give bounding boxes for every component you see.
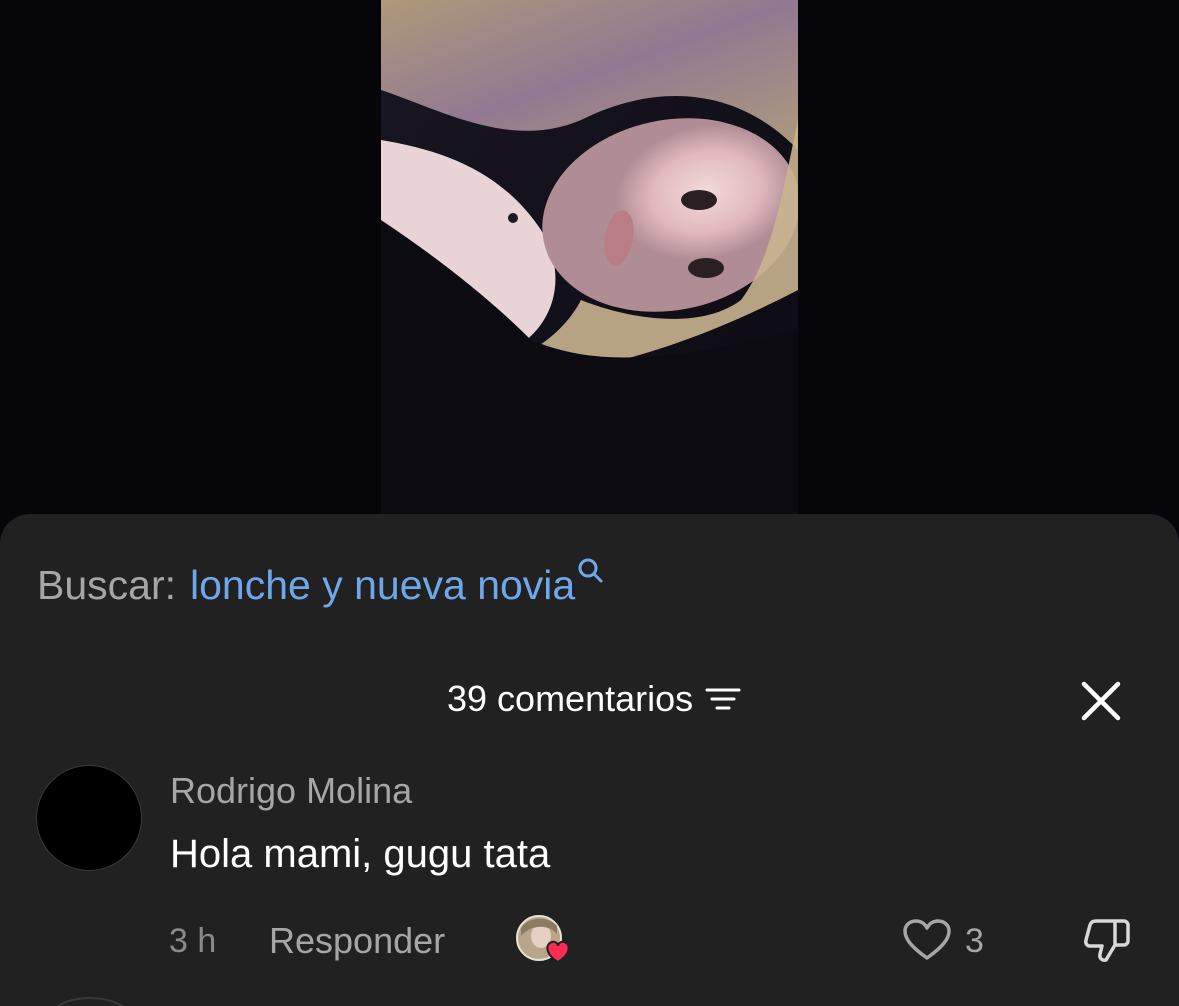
search-icon	[577, 550, 605, 583]
search-prefix: Buscar:	[37, 562, 176, 608]
thumbs-down-icon[interactable]	[1082, 916, 1132, 964]
creator-liked-avatar-icon	[516, 915, 570, 964]
video-preview[interactable]	[381, 0, 798, 514]
heart-icon[interactable]	[902, 918, 952, 962]
screen: Buscar: lonche y nueva novia 39 comentar…	[0, 0, 1179, 1006]
reply-button[interactable]: Responder	[269, 920, 445, 962]
filter-icon	[705, 688, 741, 710]
like-count: 3	[965, 922, 984, 960]
comment-actions: 3 h Responder 3	[0, 914, 1179, 970]
comment-author[interactable]: Rodrigo Molina	[170, 770, 412, 812]
comment-text: Hola mami, gugu tata	[170, 832, 551, 876]
avatar[interactable]	[36, 765, 142, 871]
comments-sheet: Buscar: lonche y nueva novia 39 comentar…	[0, 514, 1179, 1006]
search-suggestion[interactable]: Buscar: lonche y nueva novia	[37, 558, 605, 618]
video-frame-image	[381, 0, 798, 514]
search-term-link[interactable]: lonche y nueva novia	[190, 562, 575, 609]
close-icon[interactable]	[1076, 676, 1126, 726]
sort-comments-button[interactable]: 39 comentarios	[447, 678, 741, 720]
comment-timestamp: 3 h	[169, 922, 217, 960]
comment-item: Rodrigo Molina Hola mami, gugu tata 3 h …	[0, 764, 1179, 974]
comments-header: 39 comentarios	[0, 674, 1179, 730]
comment-count: 39 comentarios	[447, 678, 694, 719]
